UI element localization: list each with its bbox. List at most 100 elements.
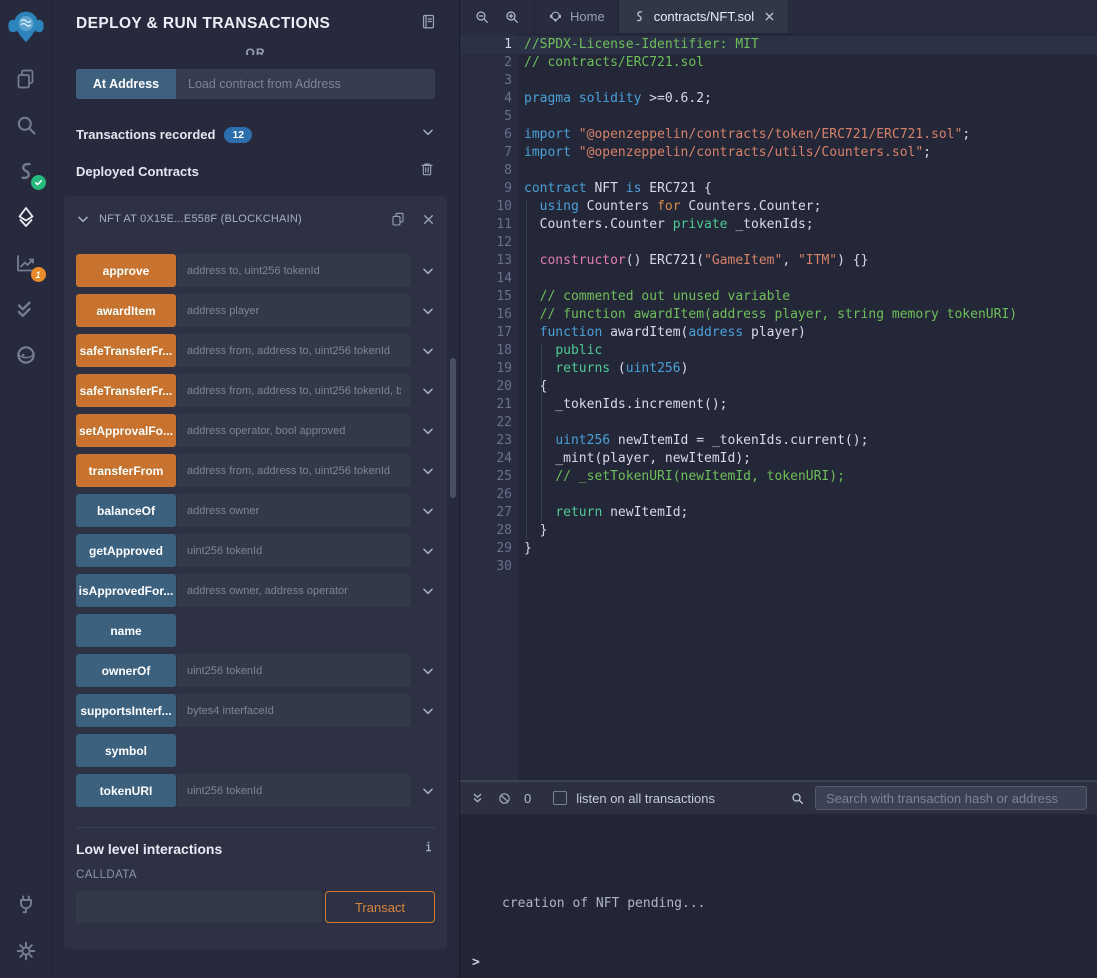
function-input-balanceof-6[interactable]	[177, 494, 411, 527]
code-text	[512, 558, 524, 576]
transactions-recorded-row[interactable]: Transactions recorded 12	[76, 125, 435, 144]
terminal-output-area[interactable]: creation of NFT pending... >	[460, 814, 1097, 978]
function-button-ownerof-10[interactable]: ownerOf	[76, 654, 176, 687]
tab-home[interactable]: Home	[534, 0, 619, 33]
code-text: //SPDX-License-Identifier: MIT	[512, 36, 759, 54]
collapse-chevron-icon[interactable]	[76, 212, 90, 226]
expand-parameters-icon[interactable]	[411, 264, 435, 278]
function-input-safetransferfr-3[interactable]	[177, 374, 411, 407]
chevron-down-icon[interactable]	[421, 125, 435, 144]
function-row: symbol	[76, 734, 435, 767]
function-input-safetransferfr-2[interactable]	[177, 334, 411, 367]
function-button-isapprovedfor-8[interactable]: isApprovedFor...	[76, 574, 176, 607]
line-number: 28	[460, 522, 512, 540]
expand-parameters-icon[interactable]	[411, 304, 435, 318]
calldata-input[interactable]	[76, 891, 322, 923]
file-explorer-icon[interactable]	[11, 64, 41, 94]
code-line: 9contract NFT is ERC721 {	[460, 180, 1097, 198]
function-input-setapprovalfo-4[interactable]	[177, 414, 411, 447]
code-text: using Counters for Counters.Counter;	[512, 198, 821, 216]
code-line: 16 // function awardItem(address player,…	[460, 306, 1097, 324]
expand-parameters-icon[interactable]	[411, 344, 435, 358]
function-button-awarditem-1[interactable]: awardItem	[76, 294, 176, 327]
expand-parameters-icon[interactable]	[411, 464, 435, 478]
listen-transactions-checkbox[interactable]	[553, 791, 567, 805]
code-editor[interactable]: 1//SPDX-License-Identifier: MIT2// contr…	[460, 33, 1097, 780]
expand-terminal-icon[interactable]	[470, 791, 485, 806]
solidity-compiler-icon[interactable]	[11, 156, 41, 186]
remix-app: 1 DEPLOY & RUN TRANSACTIONS OR At Addres…	[0, 0, 1097, 978]
function-button-safetransferfr-2[interactable]: safeTransferFr...	[76, 334, 176, 367]
code-line: 14	[460, 270, 1097, 288]
line-number: 22	[460, 414, 512, 432]
code-line: 29}	[460, 540, 1097, 558]
statistics-icon[interactable]: 1	[11, 248, 41, 278]
function-input-tokenuri-13[interactable]	[177, 774, 411, 807]
function-input-approve-0[interactable]	[177, 254, 411, 287]
function-row: approve	[76, 254, 435, 287]
function-button-tokenuri-13[interactable]: tokenURI	[76, 774, 176, 807]
close-tab-icon[interactable]	[764, 11, 775, 22]
function-button-approve-0[interactable]: approve	[76, 254, 176, 287]
sourcify-icon[interactable]	[11, 340, 41, 370]
function-button-balanceof-6[interactable]: balanceOf	[76, 494, 176, 527]
trash-icon[interactable]	[419, 161, 435, 182]
code-text: import "@openzeppelin/contracts/token/ER…	[512, 126, 970, 144]
terminal-search-input[interactable]	[815, 786, 1087, 810]
function-button-name-9[interactable]: name	[76, 614, 176, 647]
tab-contracts-nft-sol[interactable]: contracts/NFT.sol	[619, 0, 789, 33]
expand-parameters-icon[interactable]	[411, 704, 435, 718]
sidepanel-scrollbar[interactable]	[450, 358, 456, 498]
terminal-search-icon	[790, 791, 805, 806]
close-icon[interactable]	[422, 213, 435, 226]
code-line: 13 constructor() ERC721("GameItem", "ITM…	[460, 252, 1097, 270]
line-number: 30	[460, 558, 512, 576]
code-line: 20 {	[460, 378, 1097, 396]
documentation-icon[interactable]	[420, 13, 437, 35]
code-text: // contracts/ERC721.sol	[512, 54, 704, 72]
code-text: public	[512, 342, 602, 360]
transact-button[interactable]: Transact	[325, 891, 435, 923]
line-number: 4	[460, 90, 512, 108]
function-input-getapproved-7[interactable]	[177, 534, 411, 567]
zoom-out-icon[interactable]	[474, 9, 490, 25]
info-icon[interactable]	[422, 840, 435, 858]
expand-parameters-icon[interactable]	[411, 784, 435, 798]
settings-icon[interactable]	[11, 936, 41, 966]
function-button-setapprovalfo-4[interactable]: setApprovalFo...	[76, 414, 176, 447]
function-button-symbol-12[interactable]: symbol	[76, 734, 176, 767]
remix-logo-icon[interactable]	[6, 6, 46, 48]
function-button-getapproved-7[interactable]: getApproved	[76, 534, 176, 567]
expand-parameters-icon[interactable]	[411, 544, 435, 558]
expand-parameters-icon[interactable]	[411, 384, 435, 398]
function-input-ownerof-10[interactable]	[177, 654, 411, 687]
function-button-safetransferfr-3[interactable]: safeTransferFr...	[76, 374, 176, 407]
function-button-transferfrom-5[interactable]: transferFrom	[76, 454, 176, 487]
copy-icon[interactable]	[390, 211, 406, 227]
plugin-manager-icon[interactable]	[11, 890, 41, 920]
function-input-supportsinterf-11[interactable]	[177, 694, 411, 727]
at-address-input[interactable]	[176, 69, 435, 99]
expand-parameters-icon[interactable]	[411, 664, 435, 678]
function-input-awarditem-1[interactable]	[177, 294, 411, 327]
remix-home-icon	[548, 9, 563, 24]
expand-parameters-icon[interactable]	[411, 584, 435, 598]
function-button-supportsinterf-11[interactable]: supportsInterf...	[76, 694, 176, 727]
deploy-run-icon[interactable]	[11, 202, 41, 232]
expand-parameters-icon[interactable]	[411, 424, 435, 438]
calldata-label: CALLDATA	[76, 869, 435, 881]
expand-parameters-icon[interactable]	[411, 504, 435, 518]
clear-console-icon[interactable]	[497, 791, 512, 806]
unit-testing-icon[interactable]	[11, 294, 41, 324]
zoom-in-icon[interactable]	[504, 9, 520, 25]
search-icon[interactable]	[11, 110, 41, 140]
code-text: import "@openzeppelin/contracts/utils/Co…	[512, 144, 931, 162]
code-line: 25 // _setTokenURI(newItemId, tokenURI);	[460, 468, 1097, 486]
code-text: contract NFT is ERC721 {	[512, 180, 712, 198]
code-line: 24 _mint(player, newItemId);	[460, 450, 1097, 468]
terminal-panel: 0 listen on all transactions creation of…	[460, 780, 1097, 978]
function-input-isapprovedfor-8[interactable]	[177, 574, 411, 607]
function-row: safeTransferFr...	[76, 334, 435, 367]
at-address-button[interactable]: At Address	[76, 69, 176, 99]
function-input-transferfrom-5[interactable]	[177, 454, 411, 487]
